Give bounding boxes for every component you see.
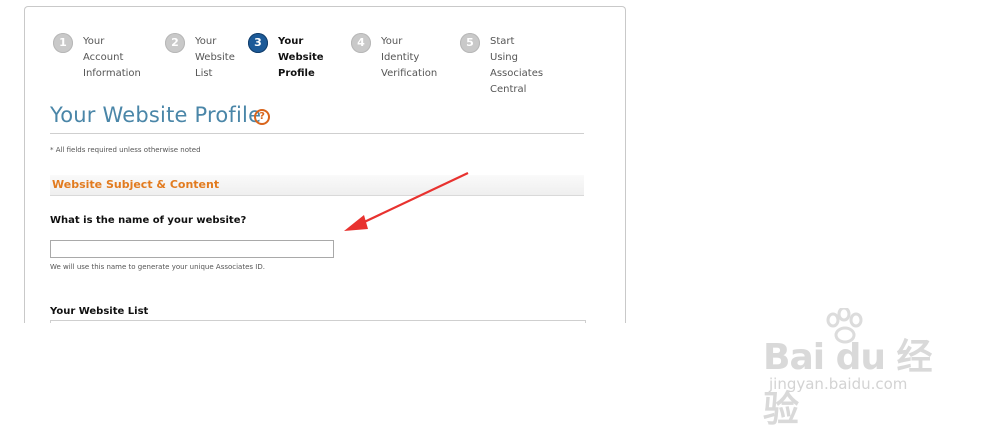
baidu-jingyan-watermark: Bai du 经验 jingyan.baidu.com [763, 308, 963, 430]
watermark-url: jingyan.baidu.com [769, 375, 908, 393]
arrow-head [344, 215, 368, 231]
arrow-shaft [359, 172, 469, 225]
